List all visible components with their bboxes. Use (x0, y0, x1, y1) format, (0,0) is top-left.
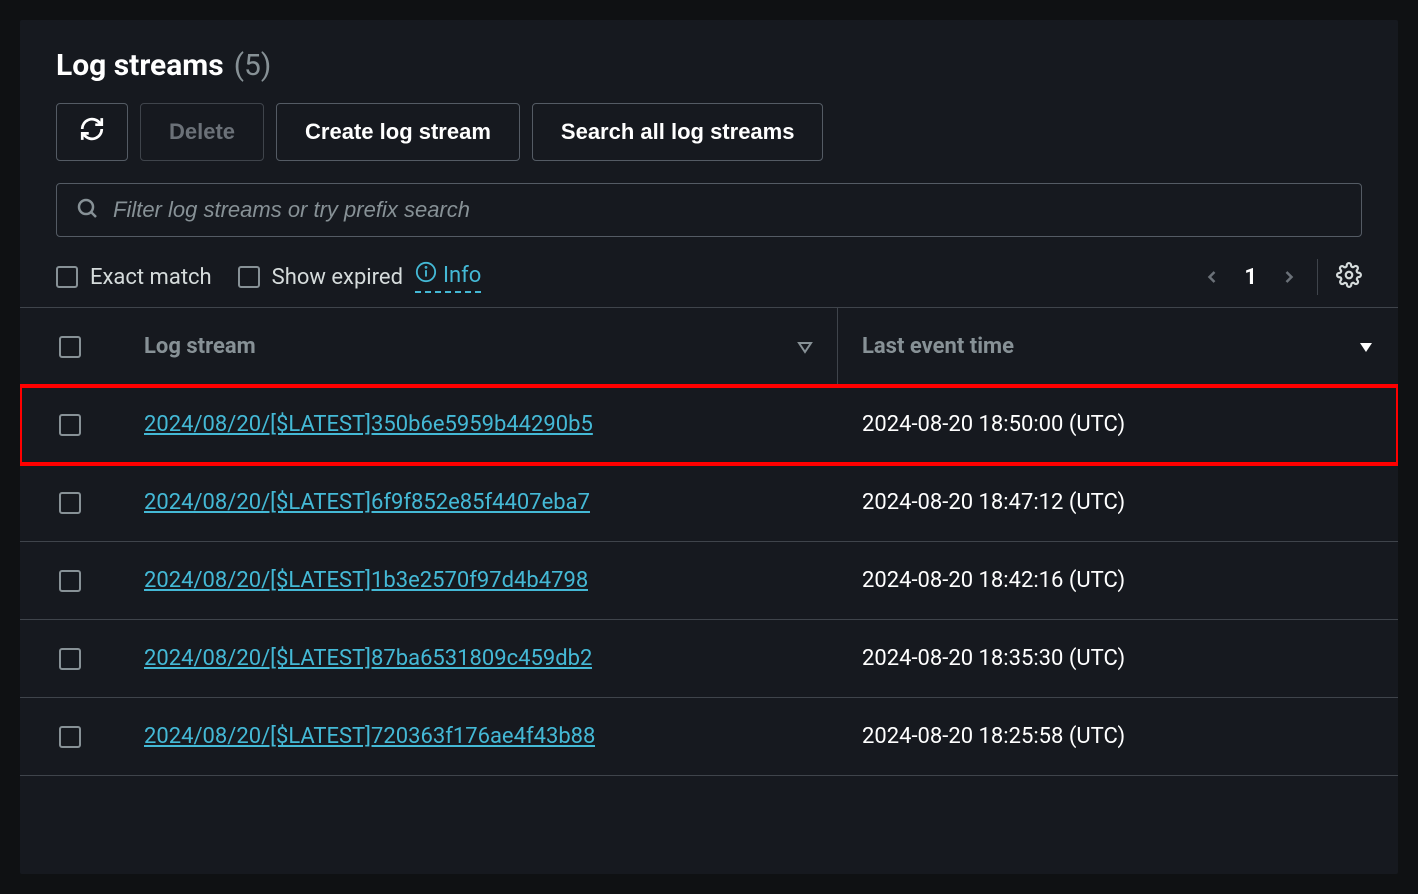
row-checkbox[interactable] (59, 492, 81, 514)
sort-desc-icon (1358, 340, 1374, 354)
row-checkbox-cell (20, 620, 120, 697)
divider (1317, 259, 1318, 295)
search-all-log-streams-button[interactable]: Search all log streams (532, 103, 824, 161)
log-stream-cell: 2024/08/20/[$LATEST]720363f176ae4f43b88 (120, 698, 838, 775)
last-event-time: 2024-08-20 18:47:12 (UTC) (862, 490, 1125, 515)
header-last-event[interactable]: Last event time (838, 308, 1398, 385)
row-checkbox-cell (20, 698, 120, 775)
table-row: 2024/08/20/[$LATEST]720363f176ae4f43b88 2… (20, 698, 1398, 776)
info-label: Info (443, 263, 481, 288)
row-checkbox[interactable] (59, 414, 81, 436)
search-box[interactable] (56, 183, 1362, 237)
table-row: 2024/08/20/[$LATEST]350b6e5959b44290b5 20… (20, 386, 1398, 464)
sort-outline-icon (797, 340, 813, 354)
exact-match-group: Exact match (56, 265, 212, 290)
table-body: 2024/08/20/[$LATEST]350b6e5959b44290b5 20… (20, 386, 1398, 776)
filters-left: Exact match Show expired Info (56, 261, 481, 293)
next-page-button[interactable] (1279, 267, 1299, 287)
row-checkbox-cell (20, 386, 120, 463)
row-checkbox[interactable] (59, 570, 81, 592)
log-streams-table: Log stream Last event time 2024/08/20/[$… (20, 307, 1398, 776)
info-link[interactable]: Info (415, 261, 481, 293)
log-stream-cell: 2024/08/20/[$LATEST]6f9f852e85f4407eba7 (120, 464, 838, 541)
log-streams-panel: Log streams (5) Delete Create log stream… (20, 20, 1398, 874)
header-checkbox-cell (20, 308, 120, 385)
create-log-stream-button[interactable]: Create log stream (276, 103, 520, 161)
filters-row: Exact match Show expired Info (56, 259, 1362, 295)
header-last-event-label: Last event time (862, 334, 1014, 359)
prev-page-button[interactable] (1202, 267, 1222, 287)
last-event-time: 2024-08-20 18:42:16 (UTC) (862, 568, 1125, 593)
row-checkbox-cell (20, 464, 120, 541)
toolbar: Delete Create log stream Search all log … (56, 103, 1362, 161)
log-stream-cell: 2024/08/20/[$LATEST]1b3e2570f97d4b4798 (120, 542, 838, 619)
header-log-stream-label: Log stream (144, 334, 256, 359)
settings-button[interactable] (1336, 262, 1362, 292)
table-header: Log stream Last event time (20, 308, 1398, 386)
show-expired-checkbox[interactable] (238, 266, 260, 288)
row-checkbox-cell (20, 542, 120, 619)
delete-button[interactable]: Delete (140, 103, 264, 161)
info-icon (415, 261, 437, 289)
page-title: Log streams (56, 48, 224, 83)
panel-header: Log streams (5) Delete Create log stream… (20, 48, 1398, 295)
last-event-cell: 2024-08-20 18:35:30 (UTC) (838, 620, 1398, 697)
select-all-checkbox[interactable] (59, 336, 81, 358)
title-row: Log streams (5) (56, 48, 1362, 83)
header-log-stream[interactable]: Log stream (120, 308, 838, 385)
row-checkbox[interactable] (59, 648, 81, 670)
show-expired-group: Show expired Info (238, 261, 482, 293)
log-stream-cell: 2024/08/20/[$LATEST]87ba6531809c459db2 (120, 620, 838, 697)
refresh-button[interactable] (56, 103, 128, 161)
refresh-icon (79, 116, 105, 148)
stream-count: (5) (234, 48, 272, 83)
current-page: 1 (1244, 265, 1257, 290)
last-event-cell: 2024-08-20 18:42:16 (UTC) (838, 542, 1398, 619)
search-input[interactable] (113, 197, 1343, 223)
table-row: 2024/08/20/[$LATEST]87ba6531809c459db2 20… (20, 620, 1398, 698)
table-row: 2024/08/20/[$LATEST]1b3e2570f97d4b4798 20… (20, 542, 1398, 620)
row-checkbox[interactable] (59, 726, 81, 748)
log-stream-cell: 2024/08/20/[$LATEST]350b6e5959b44290b5 (120, 386, 838, 463)
last-event-cell: 2024-08-20 18:47:12 (UTC) (838, 464, 1398, 541)
last-event-time: 2024-08-20 18:50:00 (UTC) (862, 412, 1125, 437)
exact-match-checkbox[interactable] (56, 266, 78, 288)
log-stream-link[interactable]: 2024/08/20/[$LATEST]720363f176ae4f43b88 (144, 724, 595, 749)
exact-match-label: Exact match (90, 265, 212, 290)
log-stream-link[interactable]: 2024/08/20/[$LATEST]6f9f852e85f4407eba7 (144, 490, 590, 515)
last-event-time: 2024-08-20 18:25:58 (UTC) (862, 724, 1125, 749)
last-event-cell: 2024-08-20 18:25:58 (UTC) (838, 698, 1398, 775)
log-stream-link[interactable]: 2024/08/20/[$LATEST]87ba6531809c459db2 (144, 646, 592, 671)
search-icon (75, 196, 99, 224)
last-event-cell: 2024-08-20 18:50:00 (UTC) (838, 386, 1398, 463)
pagination: 1 (1202, 265, 1299, 290)
log-stream-link[interactable]: 2024/08/20/[$LATEST]350b6e5959b44290b5 (144, 412, 593, 437)
last-event-time: 2024-08-20 18:35:30 (UTC) (862, 646, 1125, 671)
filters-right: 1 (1202, 259, 1362, 295)
log-stream-link[interactable]: 2024/08/20/[$LATEST]1b3e2570f97d4b4798 (144, 568, 588, 593)
table-row: 2024/08/20/[$LATEST]6f9f852e85f4407eba7 2… (20, 464, 1398, 542)
show-expired-label: Show expired (272, 265, 403, 290)
gear-icon (1336, 262, 1362, 292)
